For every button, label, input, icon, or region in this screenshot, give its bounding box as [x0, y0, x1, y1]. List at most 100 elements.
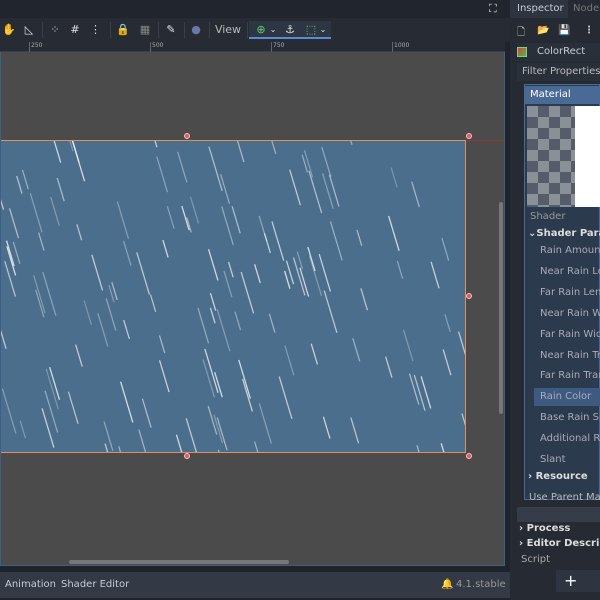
rain-streak: [29, 192, 43, 233]
rain-streak: [271, 221, 285, 261]
chevron-down-icon[interactable]: ⌄: [319, 22, 327, 38]
rain-streak: [12, 241, 21, 265]
resize-handle[interactable]: [466, 293, 472, 299]
rain-streak: [271, 141, 277, 155]
filter-properties-input[interactable]: Filter Properties: [517, 63, 600, 81]
rain-streak: [4, 260, 17, 297]
snap-options-icon[interactable]: ⋮: [90, 22, 101, 38]
tab-node[interactable]: Node: [573, 0, 600, 18]
rain-streak: [284, 345, 295, 376]
rain-streak: [197, 307, 210, 344]
rain-streak: [238, 359, 251, 399]
ruler: 250 500 750 1000: [0, 42, 505, 52]
shader-params-header[interactable]: ⌄Shader Param: [528, 225, 600, 243]
rain-streak: [385, 356, 393, 378]
rain-streak: [97, 313, 109, 347]
rain-streak: [122, 240, 132, 266]
rain-streak: [322, 416, 331, 439]
node-name: ColorRect: [537, 46, 586, 57]
rain-streak: [149, 294, 157, 313]
resize-handle[interactable]: [466, 453, 472, 459]
vertical-scrollbar[interactable]: [499, 202, 503, 414]
resize-handle[interactable]: [184, 453, 190, 459]
chevron-right-icon: ›: [519, 538, 524, 549]
rain-streak: [216, 417, 228, 451]
lock-icon[interactable]: 🔒: [116, 22, 130, 38]
shader-param-near-rain-len[interactable]: Near Rain Len: [534, 263, 600, 281]
material-section: Material Shader ⌄Shader Param Rain Amoun…: [524, 84, 600, 500]
rain-streak: [307, 246, 316, 272]
color-rect[interactable]: [1, 140, 466, 453]
override-camera-icon[interactable]: ●: [189, 22, 203, 38]
shader-param-near-rain-tra[interactable]: Near Rain Tra: [534, 347, 600, 365]
new-resource-icon[interactable]: 🗋: [517, 25, 525, 42]
rain-streak: [1, 388, 17, 434]
resize-handle[interactable]: [184, 133, 190, 139]
rain-streak: [242, 378, 253, 412]
rain-streak: [240, 271, 255, 314]
rain-streak: [308, 255, 323, 297]
distraction-free-icon[interactable]: ⛶: [489, 2, 497, 16]
group-icon[interactable]: ▦: [138, 22, 152, 38]
rain-streak: [177, 151, 188, 183]
rain-streak: [136, 252, 151, 295]
ruler-icon[interactable]: ◺: [22, 22, 36, 38]
shader-param-rain-amount[interactable]: Rain Amount: [534, 242, 600, 260]
rain-effect: [1, 141, 465, 452]
rain-streak: [1, 198, 5, 210]
rain-streak: [8, 208, 20, 239]
tab-shader-editor[interactable]: Shader Editor: [61, 579, 129, 590]
shader-param-base-rain-spe[interactable]: Base Rain Spe: [534, 409, 600, 427]
smart-snap-icon[interactable]: ⁘: [48, 22, 62, 38]
shader-param-slant[interactable]: Slant: [534, 451, 600, 469]
grid-snap-icon[interactable]: #: [68, 22, 82, 38]
open-folder-icon[interactable]: 📂: [537, 25, 549, 36]
add-button[interactable]: +: [556, 570, 600, 592]
ruler-tick: 250: [29, 42, 42, 52]
rain-streak: [283, 270, 291, 289]
anchor-icon[interactable]: ⚓: [283, 22, 297, 38]
layout-icon[interactable]: ⬚: [304, 22, 318, 38]
canvas-viewport[interactable]: [0, 52, 505, 566]
rain-streak: [209, 292, 217, 311]
shader-param-far-rain-trans[interactable]: Far Rain Trans: [534, 367, 600, 385]
rain-streak: [360, 288, 369, 311]
rain-streak: [216, 308, 231, 352]
rain-streak: [227, 261, 234, 278]
horizontal-scrollbar[interactable]: [69, 560, 289, 564]
shader-param-far-rain-width[interactable]: Far Rain Width: [534, 326, 600, 344]
rain-streak: [76, 224, 83, 241]
rain-streak: [71, 141, 80, 163]
shader-param-near-rain-wid[interactable]: Near Rain Wid: [534, 305, 600, 323]
rain-streak: [430, 261, 440, 289]
rain-streak: [356, 229, 363, 246]
rain-streak: [416, 445, 420, 452]
rain-streak: [67, 391, 79, 425]
rain-streak: [352, 338, 361, 362]
pan-icon[interactable]: ✋: [2, 22, 16, 38]
bell-icon[interactable]: 🔔: [441, 579, 453, 590]
add-icon[interactable]: ⊕: [254, 22, 268, 38]
tab-animation[interactable]: Animation: [5, 579, 56, 590]
rain-streak: [154, 141, 158, 148]
material-header[interactable]: Material: [525, 86, 600, 104]
save-icon[interactable]: 💾: [558, 25, 570, 36]
rain-streak: [236, 141, 245, 163]
view-menu[interactable]: View: [214, 22, 242, 38]
shader-param-additional-rai[interactable]: Additional Rai: [534, 430, 600, 448]
bone-icon[interactable]: ✎: [164, 22, 178, 38]
shader-param-rain-color[interactable]: Rain Color: [534, 388, 600, 407]
ruler-tick: 500: [150, 42, 163, 52]
editor-description-label: Editor Descripti: [526, 538, 600, 549]
chevron-down-icon[interactable]: ⌄: [269, 22, 277, 38]
resource-header[interactable]: › Resource: [528, 468, 600, 486]
rain-streak: [390, 167, 398, 188]
resize-handle[interactable]: [466, 133, 472, 139]
rain-streak: [141, 398, 152, 428]
tab-inspector[interactable]: Inspector: [510, 0, 568, 18]
more-options-icon[interactable]: ⋮: [584, 25, 594, 36]
shader-params-label: Shader Param: [536, 228, 600, 239]
rain-streak: [323, 290, 338, 333]
rain-streak: [202, 359, 216, 398]
shader-param-far-rain-leng[interactable]: Far Rain Leng: [534, 284, 600, 302]
